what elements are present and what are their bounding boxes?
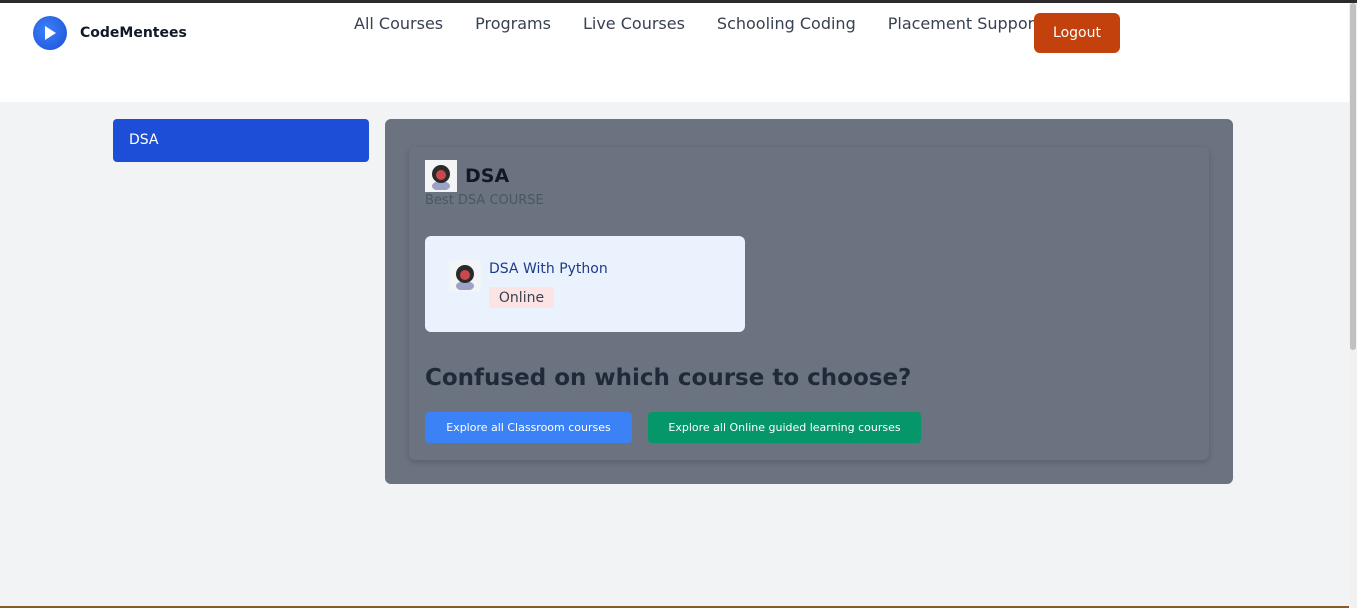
category-panel: DSA Best DSA COURSE DSA With Python Onli… [385,119,1233,484]
course-mode-badge: Online [489,287,554,308]
nav-all-courses[interactable]: All Courses [354,15,443,33]
scrollbar-thumb[interactable] [1350,3,1356,350]
category-header: DSA [425,160,509,192]
nav-programs[interactable]: Programs [475,15,551,33]
site-header: CodeMentees All Courses Programs Live Co… [0,3,1349,102]
course-name-link[interactable]: DSA With Python [489,261,608,277]
category-thumbnail [425,160,457,192]
sidebar-item-dsa[interactable]: DSA [113,119,369,162]
category-subtitle: Best DSA COURSE [425,193,544,208]
brand-name: CodeMentees [80,25,187,41]
main-nav: All Courses Programs Live Courses School… [354,15,1072,33]
play-icon [33,16,67,50]
nav-placement-support[interactable]: Placement Support [888,15,1041,33]
nav-live-courses[interactable]: Live Courses [583,15,685,33]
explore-online-button[interactable]: Explore all Online guided learning cours… [648,412,921,443]
nav-schooling-coding[interactable]: Schooling Coding [717,15,856,33]
explore-classroom-button[interactable]: Explore all Classroom courses [425,412,632,443]
page-scrollbar[interactable] [1349,3,1357,608]
help-heading: Confused on which course to choose? [425,365,912,391]
course-card[interactable]: DSA With Python Online [425,236,745,332]
course-thumbnail [449,260,481,292]
category-card: DSA Best DSA COURSE DSA With Python Onli… [409,147,1209,460]
brand-logo[interactable]: CodeMentees [33,16,187,50]
logout-button[interactable]: Logout [1034,13,1120,53]
category-title: DSA [465,165,510,187]
